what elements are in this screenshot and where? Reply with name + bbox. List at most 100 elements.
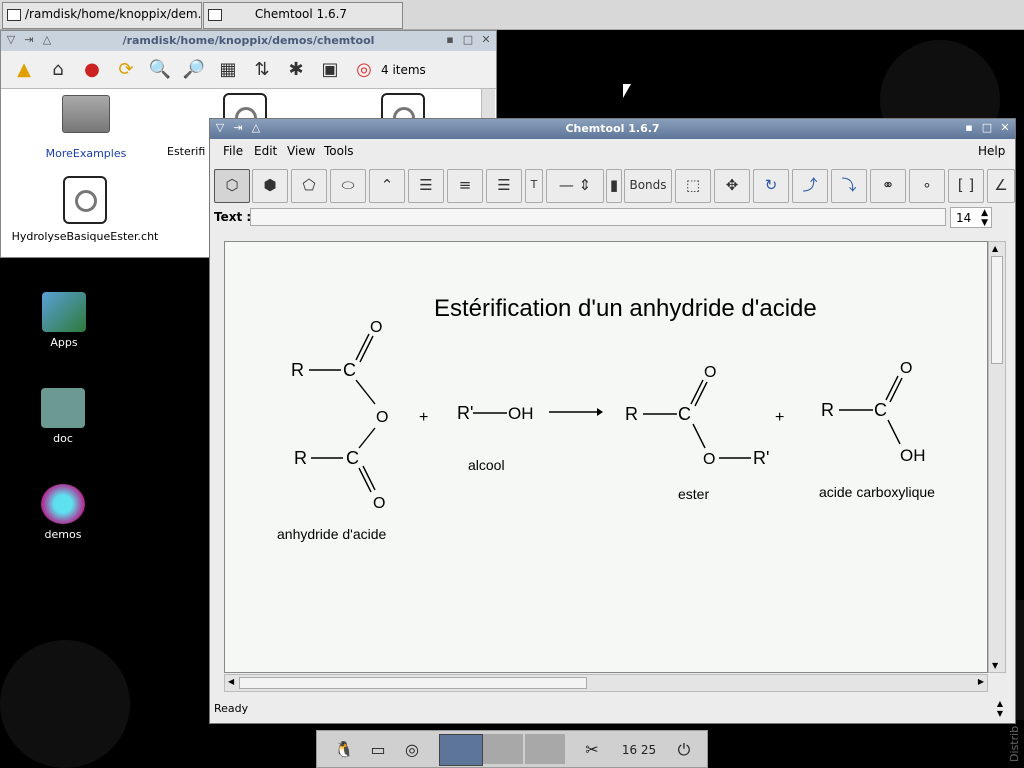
up-icon[interactable]: ▲ bbox=[11, 57, 37, 83]
atom-label: OH bbox=[900, 446, 926, 465]
wedge-icon[interactable]: ∠ bbox=[987, 169, 1015, 203]
desktop-icon-doc[interactable]: doc bbox=[28, 388, 98, 445]
mark-icon[interactable]: ∘ bbox=[909, 169, 945, 203]
bond-style-select[interactable]: — ⇕ bbox=[546, 169, 604, 203]
shade-icon[interactable]: △ bbox=[41, 34, 53, 46]
spinner-arrows-icon[interactable]: ▲ ▼ bbox=[981, 208, 988, 228]
menu-view[interactable]: View bbox=[287, 144, 315, 158]
scroll-down-icon[interactable]: ▼ bbox=[992, 661, 998, 670]
pentagon-icon[interactable]: ⬠ bbox=[291, 169, 327, 203]
file-item[interactable]: HydrolyseBasiqueEster.cht bbox=[5, 176, 165, 243]
select-icon[interactable]: ▣ bbox=[317, 57, 343, 83]
status-text: Ready bbox=[214, 702, 249, 715]
rotate-icon[interactable]: ↻ bbox=[753, 169, 789, 203]
scroll-right-icon[interactable]: ▶ bbox=[978, 677, 984, 686]
zoom-in-icon[interactable]: 🔍 bbox=[147, 57, 173, 83]
scroll-left-icon[interactable]: ◀ bbox=[228, 677, 234, 686]
ellipse-icon[interactable]: ⬭ bbox=[330, 169, 366, 203]
molecule-caption: alcool bbox=[468, 457, 505, 473]
item-count: 4 items bbox=[381, 63, 426, 77]
star-icon[interactable]: ✱ bbox=[283, 57, 309, 83]
scroll-thumb[interactable] bbox=[239, 677, 587, 689]
close-icon[interactable]: ✕ bbox=[999, 122, 1011, 134]
menu-file[interactable]: File bbox=[223, 144, 243, 158]
move-icon[interactable]: ✥ bbox=[714, 169, 750, 203]
bracket-icon[interactable]: [ ] bbox=[948, 169, 984, 203]
maximize-icon[interactable]: □ bbox=[981, 122, 993, 134]
chain-icon[interactable]: ⌃ bbox=[369, 169, 405, 203]
task-label: Chemtool 1.6.7 bbox=[254, 7, 348, 21]
shade-icon[interactable]: △ bbox=[250, 122, 262, 134]
desktop-icon-apps[interactable]: Apps bbox=[29, 292, 99, 349]
align-left-icon[interactable]: ☰ bbox=[408, 169, 444, 203]
workspace-1[interactable] bbox=[439, 734, 483, 766]
task-button-chemtool[interactable]: Chemtool 1.6.7 bbox=[203, 2, 403, 29]
bond bbox=[358, 467, 372, 493]
bond bbox=[358, 427, 376, 449]
align-center-icon[interactable]: ≡ bbox=[447, 169, 483, 203]
browser-icon[interactable]: ◎ bbox=[399, 737, 425, 763]
scroll-up-icon[interactable]: ▲ bbox=[992, 244, 998, 253]
text-input[interactable] bbox=[250, 208, 946, 226]
status-spinner-icon[interactable]: ▲ ▼ bbox=[997, 699, 1003, 719]
refresh-icon[interactable]: ⟳ bbox=[113, 57, 139, 83]
menu-arrow-icon[interactable]: ▽ bbox=[5, 34, 17, 46]
folder-item[interactable]: MoreExamples bbox=[31, 95, 141, 160]
flip-horizontal-icon[interactable]: ⤵ bbox=[831, 169, 867, 203]
text-style-icon[interactable]: T bbox=[525, 169, 543, 203]
bond bbox=[885, 375, 899, 401]
font-size-spinner[interactable]: 14 ▲ ▼ bbox=[950, 207, 992, 228]
hexagon-vertical-icon[interactable]: ⬡ bbox=[214, 169, 250, 203]
task-button-filemanager[interactable]: /ramdisk/home/knoppix/dem... bbox=[2, 2, 202, 29]
atom-label: O bbox=[704, 364, 716, 381]
flip-vertical-icon[interactable]: ⤴ bbox=[792, 169, 828, 203]
file-manager-icon[interactable]: ▭ bbox=[365, 737, 391, 763]
scroll-thumb[interactable] bbox=[991, 256, 1003, 364]
workspace-2[interactable] bbox=[483, 734, 523, 764]
workspace-3[interactable] bbox=[525, 734, 565, 764]
grid-view-icon[interactable]: ▦ bbox=[215, 57, 241, 83]
pin-icon[interactable]: ⇥ bbox=[232, 122, 244, 134]
minimize-icon[interactable]: ▪ bbox=[963, 122, 975, 134]
atom-label: R bbox=[291, 360, 304, 380]
wallpaper-shape bbox=[0, 640, 130, 768]
canvas-vertical-scrollbar[interactable]: ▲ ▼ bbox=[988, 241, 1006, 673]
menu-edit[interactable]: Edit bbox=[254, 144, 277, 158]
desktop-icon-demos[interactable]: demos bbox=[28, 484, 98, 541]
arrow-head bbox=[597, 408, 603, 416]
book-icon bbox=[41, 388, 85, 428]
menu-arrow-icon[interactable]: ▽ bbox=[214, 122, 226, 134]
tools-icon[interactable]: ✂ bbox=[579, 737, 605, 763]
mouse-cursor-icon bbox=[623, 84, 631, 98]
align-right-icon[interactable]: ☰ bbox=[486, 169, 522, 203]
pin-icon[interactable]: ⇥ bbox=[23, 34, 35, 46]
select-region-icon[interactable]: ⬚ bbox=[675, 169, 711, 203]
wallpaper-shape bbox=[1015, 600, 1024, 720]
stop-icon[interactable]: ● bbox=[79, 57, 105, 83]
penguin-menu-icon[interactable]: 🐧 bbox=[331, 737, 357, 763]
titlebar[interactable]: ▽ ⇥ △ Chemtool 1.6.7 ▪ □ ✕ bbox=[210, 119, 1015, 140]
minimize-icon[interactable]: ▪ bbox=[444, 34, 456, 46]
zoom-out-icon[interactable]: 🔎 bbox=[181, 57, 207, 83]
home-icon[interactable]: ⌂ bbox=[45, 57, 71, 83]
file-manager-toolbar: ▲ ⌂ ● ⟳ 🔍 🔎 ▦ ⇅ ✱ ▣ ◎ 4 items bbox=[1, 51, 496, 89]
close-icon[interactable]: ✕ bbox=[480, 34, 492, 46]
bond-width-icon[interactable]: ▮ bbox=[606, 169, 622, 203]
titlebar[interactable]: ▽ ⇥ △ /ramdisk/home/knoppix/demos/chemto… bbox=[1, 31, 496, 52]
maximize-icon[interactable]: □ bbox=[462, 34, 474, 46]
bottom-panel: 🐧 ▭ ◎ ✂ 16 25 ⏻ bbox=[316, 730, 708, 768]
atom-label: R' bbox=[753, 448, 769, 468]
menu-tools[interactable]: Tools bbox=[324, 144, 354, 158]
bonds-button[interactable]: Bonds bbox=[624, 169, 672, 203]
atom-label: R bbox=[821, 400, 834, 420]
help-icon[interactable]: ◎ bbox=[351, 57, 377, 83]
power-icon[interactable]: ⏻ bbox=[671, 737, 697, 763]
hexagon-horizontal-icon[interactable]: ⬢ bbox=[252, 169, 288, 203]
drawing-toolbar: ⬡ ⬢ ⬠ ⬭ ⌃ ☰ ≡ ☰ T — ⇕ ▮ Bonds ⬚ ✥ ↻ ⤴ ⤵ … bbox=[210, 165, 1015, 207]
scale-icon[interactable]: ⚭ bbox=[870, 169, 906, 203]
menu-help[interactable]: Help bbox=[978, 144, 1005, 158]
canvas-horizontal-scrollbar[interactable]: ◀ ▶ bbox=[224, 674, 988, 692]
sort-icon[interactable]: ⇅ bbox=[249, 57, 275, 83]
drawing-canvas[interactable]: Estérification d'un anhydride d'acide R … bbox=[224, 241, 988, 673]
window-icon bbox=[7, 8, 21, 21]
